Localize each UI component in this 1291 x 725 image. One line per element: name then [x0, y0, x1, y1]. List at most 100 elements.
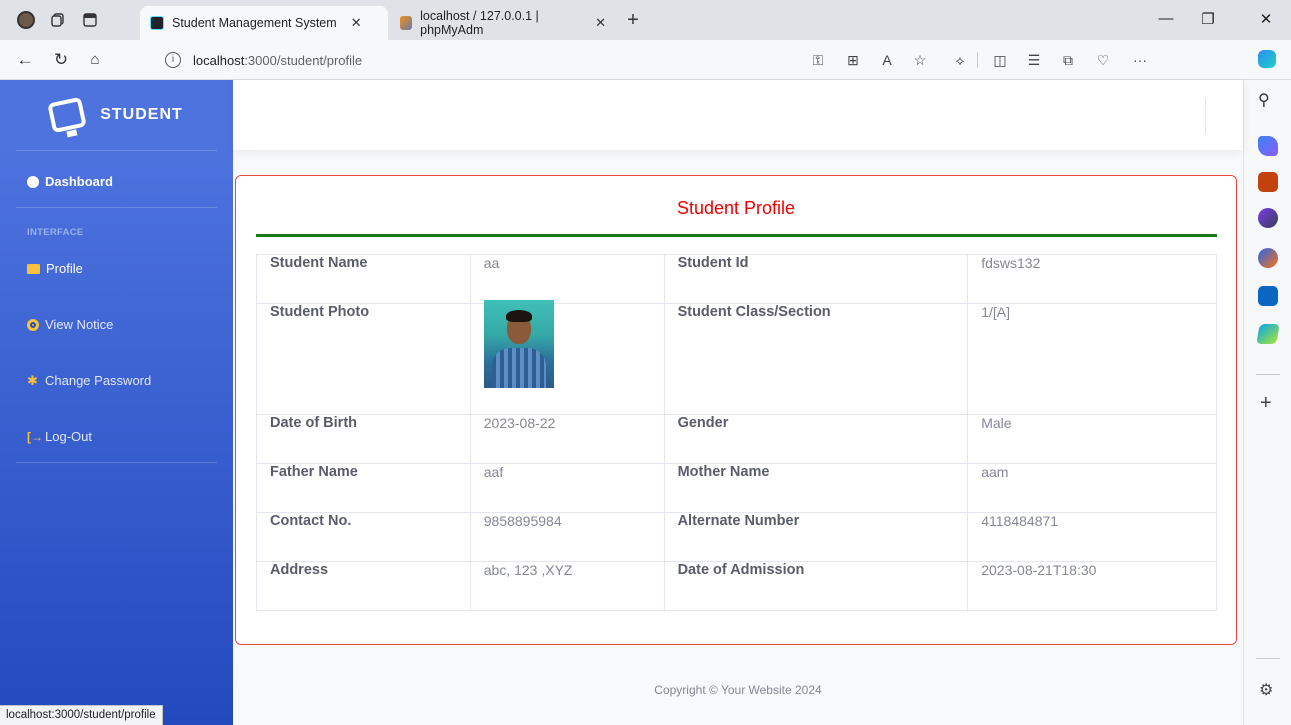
student-photo: [483, 300, 554, 388]
field-value: Male: [967, 414, 1217, 464]
sidebar-divider: [16, 207, 217, 208]
refresh-icon[interactable]: ↻: [50, 49, 72, 71]
profile-avatar-icon[interactable]: [14, 8, 38, 32]
field-label: Gender: [663, 414, 969, 464]
sidebar-separator: [1256, 374, 1280, 375]
add-icon[interactable]: +: [1260, 392, 1272, 415]
home-icon[interactable]: ⌂: [84, 49, 106, 71]
password-key-icon[interactable]: ⚿: [808, 50, 828, 70]
search-icon[interactable]: ⚲: [1258, 90, 1270, 110]
field-value: aa: [469, 254, 665, 304]
cog-icon: ✱: [27, 372, 38, 388]
sidebar-brand[interactable]: STUDENT: [0, 80, 233, 150]
sidebar-item-label: View Notice: [45, 317, 114, 332]
new-tab-icon[interactable]: +: [621, 8, 645, 32]
browser-essentials-icon[interactable]: ♡: [1093, 50, 1113, 70]
collections-icon[interactable]: ⧉: [1058, 50, 1078, 70]
copilot-icon[interactable]: [1257, 50, 1277, 70]
favorites-icon[interactable]: ☰: [1024, 50, 1044, 70]
table-row: Contact No. 9858895984 Alternate Number …: [256, 512, 1217, 562]
split-screen-icon[interactable]: ◫: [990, 50, 1010, 70]
profile-table: Student Name aa Student Id fdsws132 Stud…: [256, 254, 1217, 611]
more-options-icon[interactable]: ···: [1130, 50, 1150, 70]
sidebar-item-view-notice[interactable]: View Notice: [27, 317, 113, 332]
tab-student-management[interactable]: Student Management System ✕: [140, 6, 388, 40]
field-value: aam: [967, 463, 1217, 513]
field-value: 1/[A]: [967, 303, 1217, 415]
field-label: Student Name: [256, 254, 471, 304]
table-row: Student Photo Student Class/Section 1/[A…: [256, 300, 1217, 415]
sign-out-icon: [→: [27, 429, 43, 444]
restore-icon[interactable]: ❐: [1196, 10, 1220, 28]
field-value: fdsws132: [967, 254, 1217, 304]
field-label: Alternate Number: [663, 512, 969, 562]
tab-phpmyadmin[interactable]: localhost / 127.0.0.1 | phpMyAdm ✕: [390, 6, 616, 40]
app-sidebar: STUDENT Dashboard INTERFACE Profile View…: [0, 80, 233, 725]
edge-sidebar: ⚲ + ⚙: [1243, 80, 1291, 725]
tools-icon[interactable]: [1258, 172, 1278, 192]
url-path: :3000/student/profile: [244, 52, 363, 68]
minimize-icon[interactable]: —: [1154, 10, 1178, 27]
field-value: 4118484871: [967, 512, 1217, 562]
field-label: Student Id: [663, 254, 969, 304]
close-icon[interactable]: ✕: [595, 15, 606, 31]
page-title: Student Profile: [676, 198, 796, 218]
table-row: Student Name aa Student Id fdsws132: [256, 254, 1217, 304]
react-favicon-icon: [150, 16, 164, 30]
tachometer-icon: [27, 175, 39, 188]
sidebar-divider: [16, 462, 217, 463]
read-aloud-icon[interactable]: A: [877, 50, 897, 70]
field-label: Date of Admission: [663, 561, 969, 611]
close-window-icon[interactable]: ✕: [1254, 10, 1278, 28]
sidebar-item-label: Log-Out: [45, 429, 92, 444]
app-available-icon[interactable]: ⊞: [843, 50, 863, 70]
field-label: Mother Name: [663, 463, 969, 513]
microsoft365-icon[interactable]: [1258, 248, 1278, 268]
field-value: 2023-08-22: [469, 414, 665, 464]
footer-copyright: Copyright © Your Website 2024: [654, 683, 822, 697]
topbar-divider: [1205, 98, 1206, 134]
field-value: 9858895984: [469, 512, 665, 562]
url-field[interactable]: i localhost:3000/student/profile: [155, 46, 963, 74]
address-bar-row: ← ↻ ⌂ i localhost:3000/student/profile ⚿…: [0, 40, 1291, 80]
shopping-icon[interactable]: [1258, 136, 1278, 156]
table-row: Father Name aaf Mother Name aam: [256, 463, 1217, 513]
sidebar-divider: [16, 150, 217, 151]
table-row: Address abc, 123 ,XYZ Date of Admission …: [256, 561, 1217, 611]
sidebar-separator: [1256, 658, 1280, 659]
tab-title: localhost / 127.0.0.1 | phpMyAdm: [420, 9, 539, 37]
phpmyadmin-favicon-icon: [400, 16, 413, 30]
back-icon[interactable]: ←: [14, 49, 36, 71]
sidebar-heading: INTERFACE: [27, 227, 84, 238]
games-icon[interactable]: [1258, 208, 1278, 228]
site-info-icon[interactable]: i: [165, 52, 181, 68]
settings-gear-icon[interactable]: ⚙: [1259, 680, 1273, 700]
close-icon[interactable]: ✕: [351, 15, 362, 31]
field-value: abc, 123 ,XYZ: [469, 561, 665, 611]
photo-cell: [469, 300, 665, 415]
sidebar-item-label: Profile: [46, 261, 83, 276]
field-label: Father Name: [256, 463, 471, 513]
url-host: localhost: [193, 52, 245, 68]
sidebar-item-label: Dashboard: [45, 174, 113, 189]
monitor-icon: [47, 96, 87, 134]
drop-icon[interactable]: [1256, 324, 1280, 344]
sidebar-item-log-out[interactable]: [→ Log-Out: [27, 429, 92, 444]
tab-actions-icon[interactable]: [78, 8, 102, 32]
status-bar-url: localhost:3000/student/profile: [0, 705, 163, 725]
extensions-icon[interactable]: ⟡: [950, 50, 970, 70]
workspaces-icon[interactable]: [46, 8, 70, 32]
student-profile-card: Student Profile Student Name aa Student …: [235, 175, 1237, 645]
favorite-star-icon[interactable]: ☆: [910, 50, 930, 70]
field-label: Address: [256, 561, 471, 611]
sidebar-item-change-password[interactable]: ✱ Change Password: [27, 373, 151, 388]
outlook-icon[interactable]: [1258, 286, 1278, 306]
eye-icon: [27, 318, 39, 331]
sidebar-item-profile[interactable]: Profile: [27, 261, 83, 276]
field-label: Student Photo: [256, 303, 471, 415]
sidebar-item-dashboard[interactable]: Dashboard: [27, 174, 113, 189]
main-content: Student Profile Student Name aa Student …: [233, 80, 1243, 725]
field-value: 2023-08-21T18:30: [967, 561, 1217, 611]
topbar: [233, 80, 1243, 150]
sidebar-item-label: Change Password: [45, 373, 152, 388]
